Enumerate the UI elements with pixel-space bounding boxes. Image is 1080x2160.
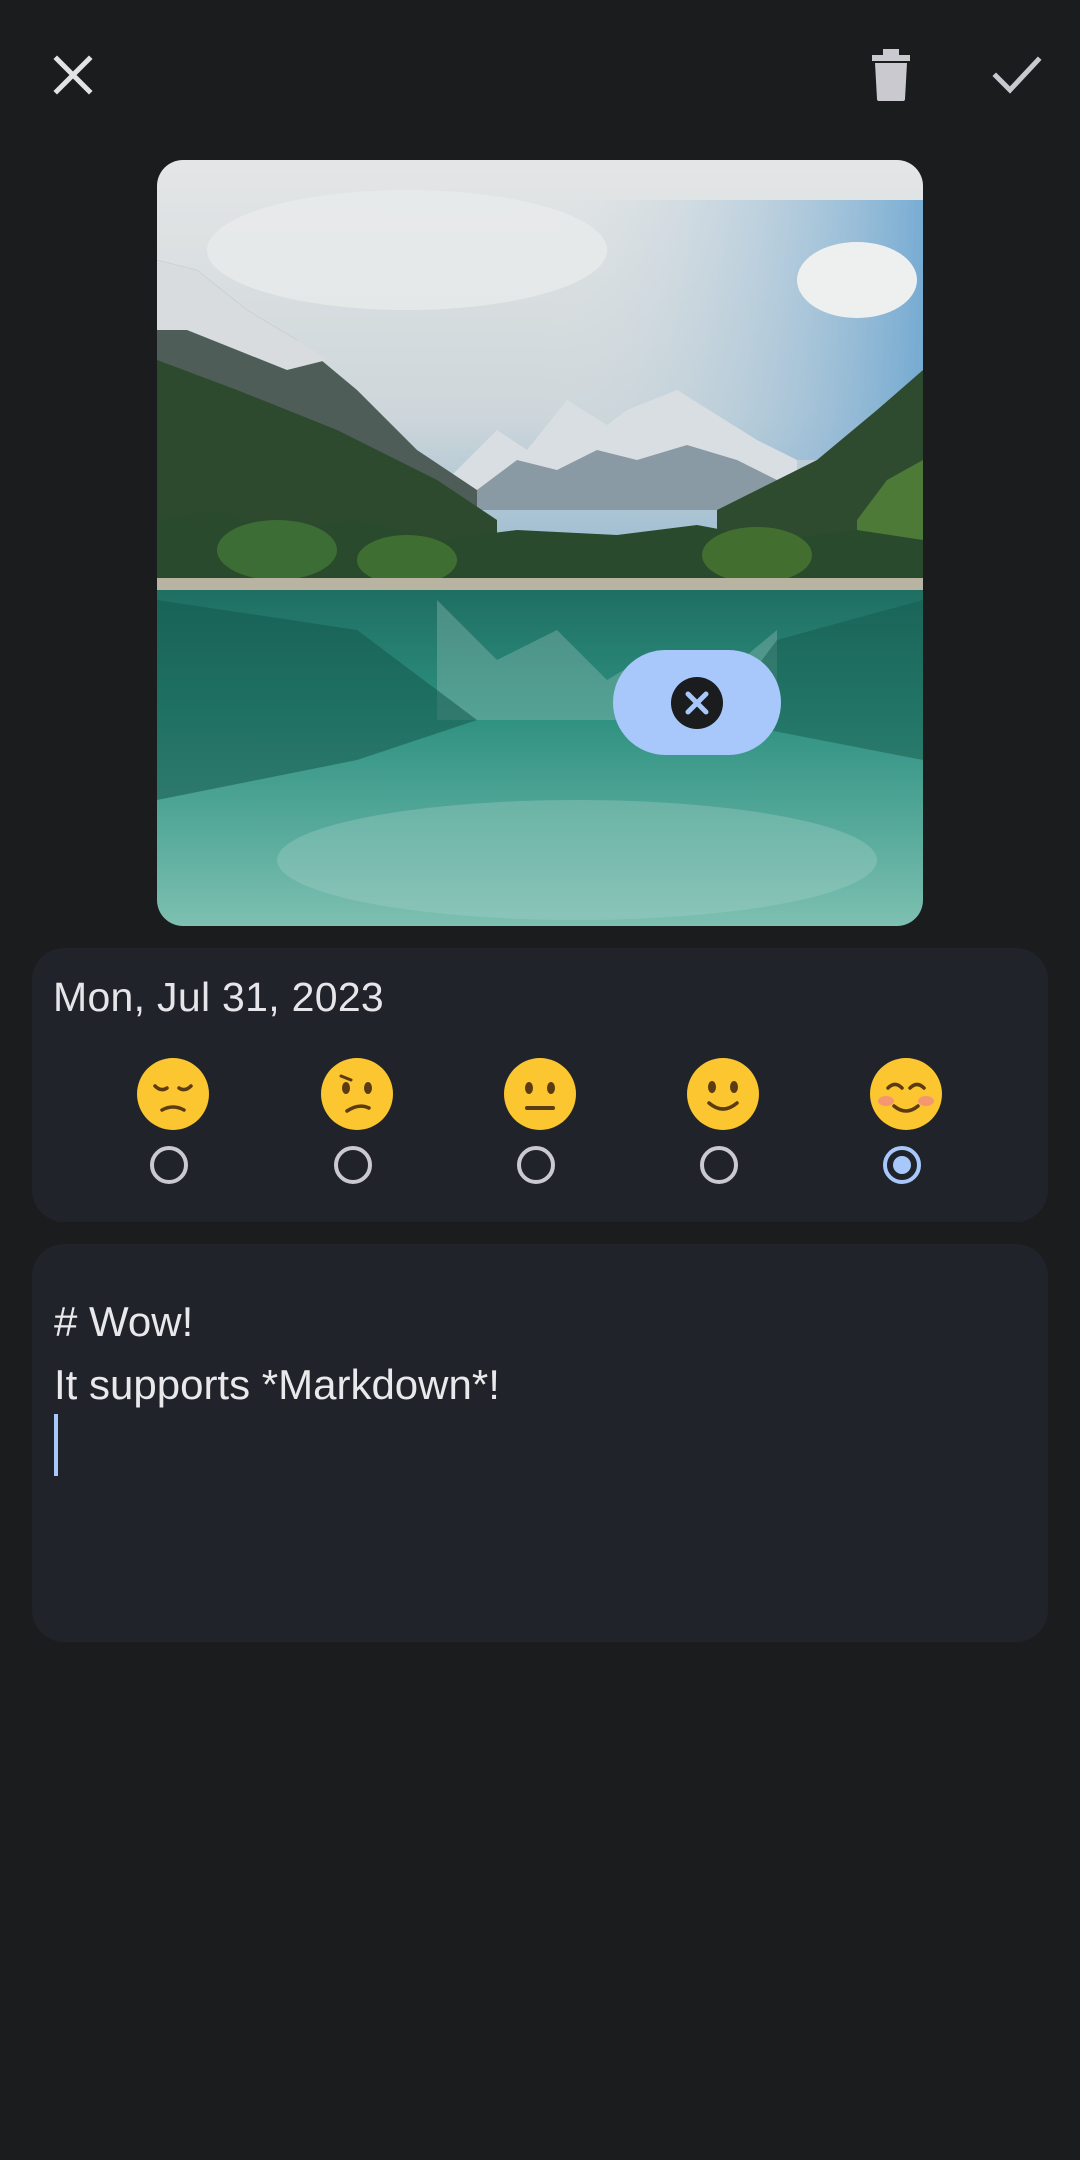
check-icon xyxy=(992,56,1042,94)
trash-icon xyxy=(872,49,910,101)
mood-option-3[interactable] xyxy=(480,1056,600,1206)
delete-button[interactable] xyxy=(843,27,939,123)
remove-circle-icon xyxy=(671,676,723,729)
remove-photo-button[interactable] xyxy=(613,650,781,755)
neutral-face-icon xyxy=(504,1058,576,1130)
note-line-heading[interactable]: # Wow! xyxy=(54,1298,193,1346)
mood-radio-3[interactable] xyxy=(517,1146,555,1184)
entry-date[interactable]: Mon, Jul 31, 2023 xyxy=(53,974,384,1021)
smiling-blushing-face-icon xyxy=(870,1058,942,1130)
slightly-smiling-face-icon xyxy=(687,1058,759,1130)
journal-entry-editor: Mon, Jul 31, 2023 # Wow! It supports *Ma… xyxy=(0,0,1080,2160)
note-text-field[interactable]: # Wow! It supports *Markdown*! xyxy=(32,1244,1048,1642)
mood-radio-4[interactable] xyxy=(700,1146,738,1184)
close-icon xyxy=(53,55,93,95)
pensive-face-icon xyxy=(137,1058,209,1130)
mood-option-5[interactable] xyxy=(846,1056,966,1206)
landscape-photo xyxy=(157,160,923,926)
attached-photo[interactable] xyxy=(157,160,923,926)
top-app-bar xyxy=(0,0,1080,150)
mood-option-1[interactable] xyxy=(113,1056,233,1206)
text-cursor xyxy=(54,1414,58,1476)
confused-face-icon xyxy=(321,1058,393,1130)
mood-card: Mon, Jul 31, 2023 xyxy=(32,948,1048,1222)
save-button[interactable] xyxy=(969,27,1065,123)
mood-option-4[interactable] xyxy=(663,1056,783,1206)
note-line-body[interactable]: It supports *Markdown*! xyxy=(54,1361,500,1409)
mood-radio-1[interactable] xyxy=(150,1146,188,1184)
mood-radio-2[interactable] xyxy=(334,1146,372,1184)
close-button[interactable] xyxy=(25,27,121,123)
mood-radio-5[interactable] xyxy=(883,1146,921,1184)
mood-option-2[interactable] xyxy=(297,1056,417,1206)
